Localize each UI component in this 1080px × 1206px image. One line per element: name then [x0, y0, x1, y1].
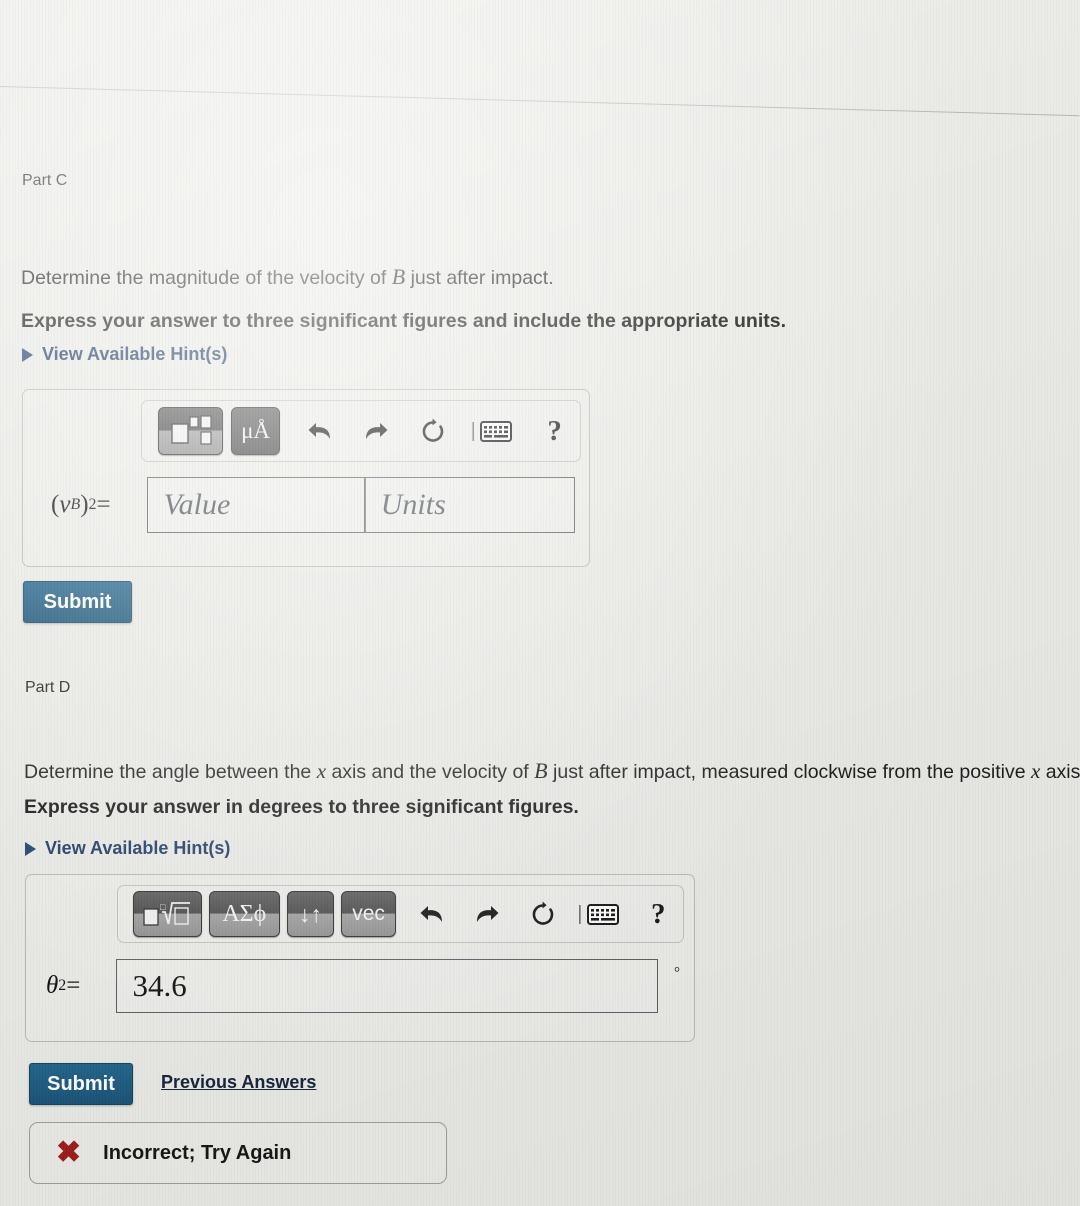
part-c-view-hints-label: View Available Hint(s) — [42, 344, 228, 364]
part-c-toolbar: μÅ | ? — [141, 400, 581, 462]
label-equals: = — [96, 491, 111, 518]
undo-icon — [308, 423, 331, 439]
keyboard-button[interactable]: | — [572, 894, 623, 934]
reset-icon — [422, 418, 444, 442]
undo-icon — [420, 906, 443, 922]
toolbar-separator: | — [470, 419, 476, 442]
feedback-message: Incorrect; Try Again — [103, 1141, 292, 1164]
question-mark-icon: ? — [650, 897, 666, 930]
part-d-view-hints-label: View Available Hint(s) — [45, 838, 231, 858]
help-button[interactable]: ? — [539, 411, 570, 451]
label-equals: = — [66, 972, 81, 999]
part-c-question-variable-b: B — [391, 264, 406, 289]
units-input[interactable]: Units — [363, 477, 575, 533]
part-d-view-hints-button[interactable]: View Available Hint(s) — [25, 838, 230, 859]
redo-icon — [365, 423, 388, 439]
part-d-question-variable-x1: x — [316, 759, 327, 783]
angle-input[interactable]: 34.6 — [115, 959, 658, 1013]
redo-button[interactable] — [358, 411, 395, 451]
value-input[interactable]: Value — [146, 477, 366, 533]
part-d-heading: Part D — [25, 679, 71, 696]
arrow-updown-icon: ↓↑ — [298, 900, 322, 927]
degree-symbol: ° — [674, 965, 680, 981]
part-c-question-suffix: just after impact. — [405, 267, 554, 289]
toolbar-separator: | — [577, 902, 583, 925]
undo-button[interactable] — [414, 894, 449, 934]
top-section-divider — [0, 86, 1080, 117]
part-d-toolbar: □ ΑΣϕ ↓↑ vec | ? — [117, 885, 684, 943]
part-c-question: Determine the magnitude of the velocity … — [21, 262, 554, 292]
part-d-question-suffix: axis. — [1045, 761, 1080, 783]
degree-unit-label: ° — [658, 959, 680, 1013]
label-paren-close: ) — [80, 491, 89, 518]
keyboard-icon — [586, 903, 619, 925]
part-d-answer-row: θ2 = 34.6 ° — [40, 959, 680, 1013]
math-template-button[interactable] — [158, 407, 224, 455]
greek-letters-button[interactable]: ΑΣϕ — [208, 891, 280, 937]
label-paren-open: ( — [51, 491, 60, 518]
part-c-heading: Part C — [22, 172, 68, 189]
part-d-question-variable-x2: x — [1030, 759, 1041, 783]
root-template-icon: □ — [143, 902, 191, 926]
x-mark-icon: ✖ — [56, 1136, 82, 1169]
part-c-question-prefix: Determine the magnitude of the velocity … — [21, 267, 392, 289]
part-d-answer-panel: □ ΑΣϕ ↓↑ vec | ? θ 2 = 34.6 ° — [25, 874, 695, 1042]
part-d-question-variable-b: B — [534, 758, 548, 783]
label-subscript-2: 2 — [58, 977, 67, 994]
part-d-submit-button[interactable]: Submit — [29, 1063, 133, 1105]
part-c-answer-panel: μÅ | ? (v B) 2 = Value Units — [22, 389, 590, 567]
question-mark-icon: ? — [547, 414, 562, 447]
keyboard-icon — [479, 420, 512, 442]
part-c-answer-row: (v B) 2 = Value Units — [37, 477, 575, 533]
greek-letters-label: ΑΣϕ — [222, 900, 267, 927]
part-c-submit-button[interactable]: Submit — [23, 581, 132, 623]
part-d-answer-label: θ2 = — [40, 959, 116, 1013]
math-root-template-button[interactable]: □ — [133, 891, 202, 937]
reset-button[interactable] — [525, 894, 560, 934]
previous-answers-link[interactable]: Previous Answers — [161, 1072, 316, 1093]
redo-icon — [476, 906, 499, 922]
label-variable-v: v — [59, 491, 71, 518]
units-button[interactable]: μÅ — [231, 407, 280, 455]
keyboard-button[interactable]: | — [465, 411, 517, 451]
label-subscript-2: 2 — [88, 496, 97, 513]
redo-button[interactable] — [470, 894, 505, 934]
part-d-question: Determine the angle between the x axis a… — [24, 756, 1080, 786]
part-c-view-hints-button[interactable]: View Available Hint(s) — [22, 344, 227, 365]
part-c-answer-label: (v B) 2 = — [37, 477, 147, 533]
vector-button[interactable]: vec — [341, 891, 397, 937]
part-d-question-mid: axis and the velocity of — [326, 761, 535, 783]
undo-button[interactable] — [302, 411, 339, 451]
part-c-instruction: Express your answer to three significant… — [21, 310, 786, 332]
label-variable-theta: θ — [46, 972, 59, 999]
arrow-updown-button[interactable]: ↓↑ — [286, 891, 334, 937]
part-d-question-mid2: just after impact, measured clockwise fr… — [547, 761, 1031, 783]
svg-text:□: □ — [160, 902, 166, 912]
label-subscript-b: B — [70, 496, 81, 513]
help-button[interactable]: ? — [643, 894, 673, 934]
math-template-icon — [171, 415, 212, 445]
part-d-instruction: Express your answer in degrees to three … — [24, 796, 579, 818]
reset-icon — [532, 901, 553, 925]
part-d-question-prefix: Determine the angle between the — [24, 761, 317, 783]
units-button-label: μÅ — [241, 418, 271, 443]
incorrect-feedback-banner: ✖ Incorrect; Try Again — [29, 1122, 447, 1184]
chevron-right-icon — [22, 347, 33, 362]
reset-button[interactable] — [415, 411, 452, 451]
chevron-right-icon — [25, 841, 36, 856]
vector-button-label: vec — [352, 902, 385, 925]
